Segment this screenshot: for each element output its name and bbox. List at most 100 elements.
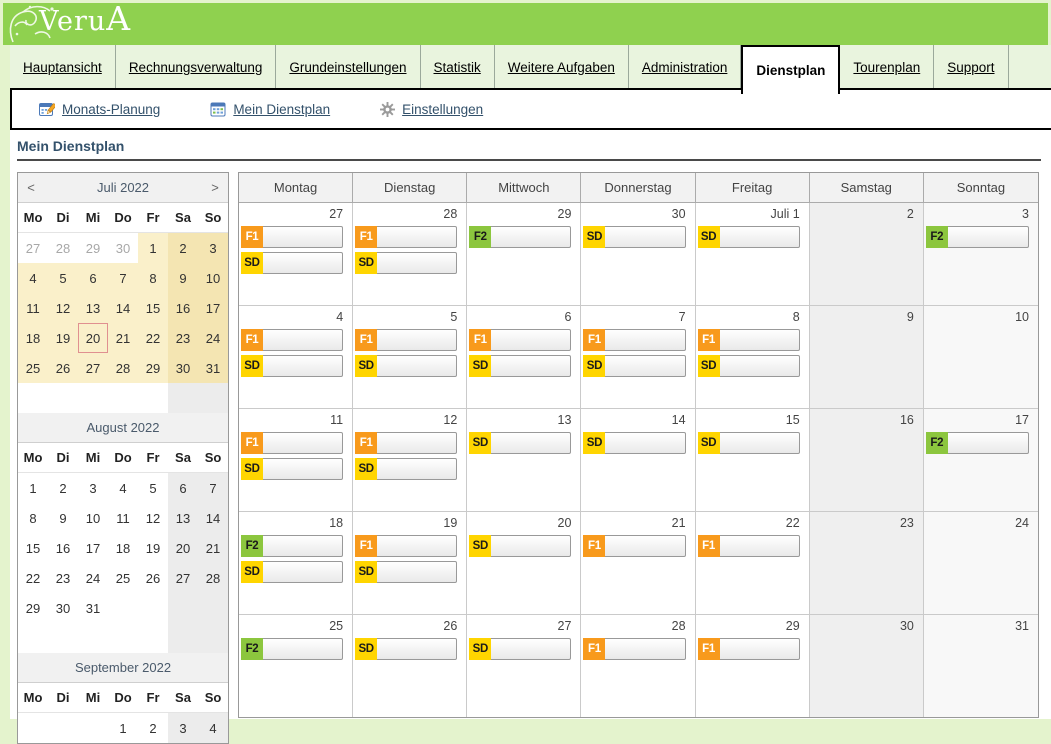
calendar-day-cell[interactable]: 10 — [924, 306, 1038, 408]
mini-day-cell[interactable]: 2 — [138, 713, 168, 743]
calendar-day-cell[interactable]: 30SD — [581, 203, 695, 305]
tab-support[interactable]: Support — [934, 45, 1008, 89]
mini-day-cell[interactable]: 11 — [108, 503, 138, 533]
mini-day-cell[interactable]: 5 — [48, 263, 78, 293]
mini-day-cell[interactable]: 7 — [108, 263, 138, 293]
shift-event-sd[interactable]: SD — [355, 458, 457, 480]
mini-day-cell[interactable]: 10 — [198, 263, 228, 293]
shift-event-sd[interactable]: SD — [355, 252, 457, 274]
mini-day-cell[interactable]: 21 — [108, 323, 138, 353]
mini-day-cell[interactable]: 22 — [138, 323, 168, 353]
tab-weitere-aufgaben[interactable]: Weitere Aufgaben — [495, 45, 629, 89]
calendar-day-cell[interactable]: 16 — [810, 409, 924, 511]
calendar-day-cell[interactable]: 9 — [810, 306, 924, 408]
shift-event-sd[interactable]: SD — [241, 252, 343, 274]
mini-day-cell[interactable]: 29 — [18, 593, 48, 623]
shift-event-f1[interactable]: F1 — [355, 226, 457, 248]
calendar-day-cell[interactable]: 29F1 — [696, 615, 810, 717]
calendar-day-cell[interactable]: 18F2SD — [239, 512, 353, 614]
mini-day-cell[interactable]: 13 — [168, 503, 198, 533]
mini-day-cell[interactable]: 16 — [48, 533, 78, 563]
tab-tourenplan[interactable]: Tourenplan — [840, 45, 934, 89]
mini-day-cell[interactable]: 20 — [78, 323, 108, 353]
calendar-day-cell[interactable]: 27F1SD — [239, 203, 353, 305]
mini-day-cell[interactable]: 24 — [198, 323, 228, 353]
shift-event-sd[interactable]: SD — [469, 355, 571, 377]
mini-day-cell[interactable]: 13 — [78, 293, 108, 323]
mini-day-cell[interactable]: 14 — [198, 503, 228, 533]
tab-rechnungsverwaltung[interactable]: Rechnungsverwaltung — [116, 45, 277, 89]
mini-day-cell[interactable]: 7 — [198, 473, 228, 503]
shift-event-f1[interactable]: F1 — [241, 226, 343, 248]
mini-day-cell[interactable]: 15 — [18, 533, 48, 563]
mini-day-cell[interactable]: 19 — [138, 533, 168, 563]
shift-event-f2[interactable]: F2 — [241, 535, 343, 557]
mini-day-cell[interactable]: 5 — [138, 473, 168, 503]
mini-day-cell[interactable]: 30 — [48, 593, 78, 623]
mini-day-cell[interactable]: 3 — [198, 233, 228, 263]
mini-day-cell[interactable]: 18 — [108, 533, 138, 563]
mini-day-cell[interactable]: 15 — [138, 293, 168, 323]
mini-day-cell[interactable]: 27 — [18, 233, 48, 263]
mini-day-cell[interactable]: 23 — [48, 563, 78, 593]
mini-day-cell[interactable]: 14 — [108, 293, 138, 323]
mini-day-cell[interactable]: 1 — [18, 473, 48, 503]
calendar-day-cell[interactable]: 11F1SD — [239, 409, 353, 511]
mini-day-cell[interactable]: 11 — [18, 293, 48, 323]
calendar-day-cell[interactable]: 5F1SD — [353, 306, 467, 408]
calendar-day-cell[interactable]: 7F1SD — [581, 306, 695, 408]
mini-day-cell[interactable]: 18 — [18, 323, 48, 353]
tab-administration[interactable]: Administration — [629, 45, 742, 89]
calendar-day-cell[interactable]: 2 — [810, 203, 924, 305]
calendar-day-cell[interactable]: 15SD — [696, 409, 810, 511]
mini-day-cell[interactable]: 25 — [108, 563, 138, 593]
mini-day-cell[interactable]: 17 — [198, 293, 228, 323]
calendar-day-cell[interactable]: 8F1SD — [696, 306, 810, 408]
shift-event-f1[interactable]: F1 — [583, 638, 685, 660]
mini-day-cell[interactable]: 6 — [168, 473, 198, 503]
mini-day-cell[interactable]: 17 — [78, 533, 108, 563]
shift-event-f1[interactable]: F1 — [583, 329, 685, 351]
calendar-day-cell[interactable]: 4F1SD — [239, 306, 353, 408]
mini-day-cell[interactable]: 20 — [168, 533, 198, 563]
mini-day-cell[interactable]: 28 — [48, 233, 78, 263]
mini-day-cell[interactable]: 2 — [48, 473, 78, 503]
mini-day-cell[interactable]: 9 — [48, 503, 78, 533]
next-month-button[interactable]: > — [202, 180, 228, 195]
shift-event-f2[interactable]: F2 — [469, 226, 571, 248]
shift-event-sd[interactable]: SD — [355, 355, 457, 377]
mini-day-cell[interactable]: 29 — [138, 353, 168, 383]
mini-day-cell[interactable]: 4 — [18, 263, 48, 293]
calendar-day-cell[interactable]: 31 — [924, 615, 1038, 717]
shift-event-sd[interactable]: SD — [469, 638, 571, 660]
mini-day-cell[interactable]: 22 — [18, 563, 48, 593]
calendar-day-cell[interactable]: 29F2 — [467, 203, 581, 305]
shift-event-sd[interactable]: SD — [241, 355, 343, 377]
calendar-day-cell[interactable]: 27SD — [467, 615, 581, 717]
mini-day-cell[interactable]: 1 — [108, 713, 138, 743]
shift-event-f2[interactable]: F2 — [926, 226, 1029, 248]
shift-event-sd[interactable]: SD — [698, 355, 800, 377]
calendar-day-cell[interactable]: 6F1SD — [467, 306, 581, 408]
mini-day-cell[interactable]: 4 — [108, 473, 138, 503]
calendar-day-cell[interactable]: 13SD — [467, 409, 581, 511]
calendar-day-cell[interactable]: 19F1SD — [353, 512, 467, 614]
toolbar-item-monats-planung[interactable]: Monats-Planung — [39, 101, 160, 117]
mini-day-cell[interactable]: 24 — [78, 563, 108, 593]
shift-event-sd[interactable]: SD — [241, 561, 343, 583]
shift-event-sd[interactable]: SD — [698, 226, 800, 248]
calendar-day-cell[interactable]: 24 — [924, 512, 1038, 614]
shift-event-f1[interactable]: F1 — [698, 329, 800, 351]
calendar-day-cell[interactable]: 21F1 — [581, 512, 695, 614]
mini-day-cell[interactable]: 16 — [168, 293, 198, 323]
mini-day-cell[interactable]: 19 — [48, 323, 78, 353]
tab-hauptansicht[interactable]: Hauptansicht — [10, 45, 116, 89]
mini-day-cell[interactable]: 3 — [78, 473, 108, 503]
calendar-day-cell[interactable]: 30 — [810, 615, 924, 717]
mini-day-cell[interactable]: 26 — [138, 563, 168, 593]
shift-event-f1[interactable]: F1 — [241, 432, 343, 454]
prev-month-button[interactable]: < — [18, 180, 44, 195]
shift-event-sd[interactable]: SD — [469, 535, 571, 557]
calendar-day-cell[interactable]: 17F2 — [924, 409, 1038, 511]
calendar-day-cell[interactable]: 14SD — [581, 409, 695, 511]
